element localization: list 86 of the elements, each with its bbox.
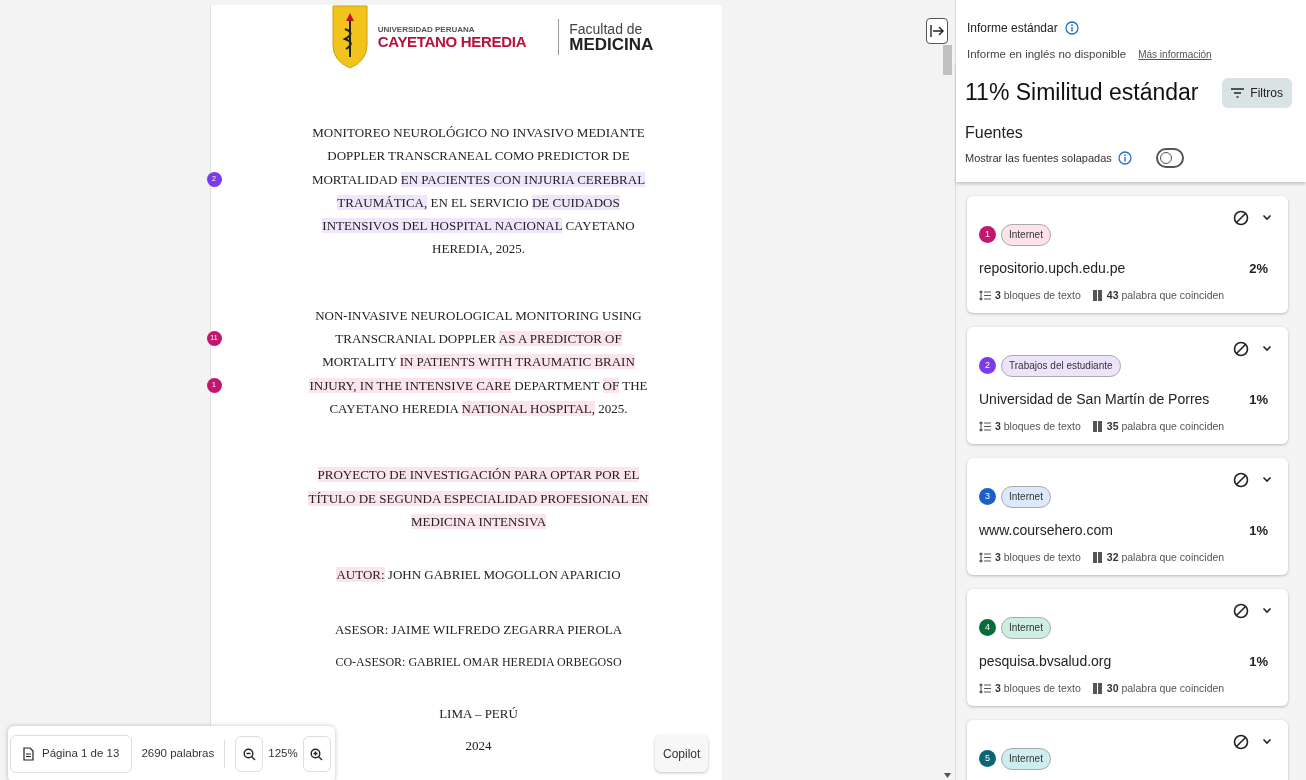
zoom-in-icon [310, 747, 324, 761]
faculty-name: Facultad de [569, 21, 644, 36]
source-tag: Internet [1001, 223, 1051, 246]
document-line: CO-ASESOR: GABRIEL OMAR HEREDIA ORBEGOSO [335, 653, 622, 671]
info-icon[interactable] [1064, 21, 1079, 35]
report-note: Informe en inglés no disponible [967, 47, 1127, 62]
more-info-link[interactable]: Más información [1138, 47, 1212, 63]
source-name[interactable]: www.coursehero.com [979, 519, 1113, 541]
zoom-out-icon [242, 747, 256, 761]
report-title: Informe estándar [967, 20, 1058, 37]
book-icon [1091, 289, 1103, 303]
page-indicator-button[interactable]: Página 1 de 13 [10, 735, 133, 773]
source-name[interactable]: repositorio.upch.edu.pe [979, 257, 1126, 279]
source-percent: 2% [1249, 259, 1269, 278]
zoom-in-button[interactable] [302, 736, 331, 772]
zoom-out-button[interactable] [235, 736, 264, 772]
text-blocks-icon [979, 683, 991, 695]
text-blocks-count: 3 bloques de texto [995, 549, 1081, 565]
faculty-name: MEDICINA [569, 35, 654, 53]
shield-logo-icon [331, 5, 368, 69]
document-title: NON-INVASIVE NEUROLOGICAL MONITORING USING TRANSCRANIAL DOPPLER AS A PREDICTOR OF MORTALITY IN PATIENTS WITH TRAUMATIC BRAIN INJURY, IN THE INTENSIVE CARE DEPARTMENT OF THE CAYETANO HEREDIA NATIONAL HOSPITAL, 2025. [309, 306, 648, 418]
filter-icon [1231, 87, 1245, 98]
chevron-down-icon[interactable] [1262, 345, 1272, 353]
text-blocks-icon [979, 552, 991, 564]
text-blocks-count: 3 bloques de texto [995, 287, 1081, 303]
chevron-down-icon[interactable] [1262, 738, 1272, 746]
book-icon [1091, 682, 1103, 696]
source-card[interactable]: 2 Trabajos del estudiante Universidad de San Martín de Porres 1% 3 bloques de texto 35 palabra que coinciden [967, 326, 1288, 444]
info-icon[interactable] [1117, 150, 1132, 165]
overlap-toggle[interactable] [1155, 147, 1184, 168]
source-tag: Internet [1001, 485, 1051, 508]
source-percent: 1% [1249, 390, 1269, 409]
scroll-down-icon[interactable] [944, 773, 951, 778]
source-number: 5 [979, 750, 996, 768]
source-card[interactable]: 4 Internet pesquisa.bvsalud.org 1% 3 bloques de texto 30 palabra que coinciden [967, 588, 1288, 706]
copilot-button[interactable]: Copilot [655, 735, 709, 772]
text-blocks-count: 3 bloques de texto [995, 680, 1081, 696]
source-percent: 1% [1249, 652, 1269, 671]
source-number: 1 [979, 226, 996, 244]
exclude-icon[interactable] [1233, 209, 1249, 226]
university-name: UNIVERSIDAD PERUANA [377, 25, 476, 34]
similarity-score: 11% Similitud estándar [965, 78, 1199, 108]
matching-words-count: 35 palabra que coinciden [1106, 418, 1225, 434]
source-number: 2 [979, 357, 996, 375]
document-title: PROYECTO DE INVESTIGACIÓN PARA OPTAR POR EL TÍTULO DE SEGUNDA ESPECIALIDAD PROFESIONAL EN MEDICINA INTENSIVA [308, 466, 649, 531]
exclude-icon[interactable] [1233, 733, 1249, 750]
source-name[interactable]: Universidad de San Martín de Porres [979, 388, 1210, 410]
source-tag: Trabajos del estudiante [1001, 354, 1121, 377]
exclude-icon[interactable] [1233, 602, 1249, 619]
source-card[interactable]: 5 Internet [967, 719, 1288, 780]
chevron-down-icon[interactable] [1262, 476, 1272, 484]
document-line: AUTOR: JOHN GABRIEL MOGOLLON APARICIO [336, 566, 621, 585]
text-blocks-icon [979, 290, 991, 302]
source-tag: Internet [1001, 747, 1051, 770]
university-name: CAYETANO HEREDIA [377, 33, 527, 49]
matching-words-count: 43 palabra que coinciden [1106, 287, 1225, 303]
source-name[interactable]: pesquisa.bvsalud.org [979, 650, 1112, 672]
scrollbar-thumb[interactable] [943, 45, 952, 75]
matching-words-count: 30 palabra que coinciden [1106, 680, 1225, 696]
exclude-icon[interactable] [1233, 471, 1249, 488]
document-title: MONITOREO NEUROLÓGICO NO INVASIVO MEDIANTE DOPPLER TRANSCRANEAL COMO PREDICTOR DE MORTALIDAD EN PACIENTES CON INJURIA CEREBRAL TRAUMÁTICA, EN EL SERVICIO DE CUIDADOS INTENSIVOS DEL HOSPITAL NACIONAL CAYETANO HEREDIA, 2025. [311, 124, 646, 259]
word-count: 2690 palabras [141, 746, 215, 762]
filters-button[interactable]: Filtros [1222, 77, 1292, 108]
document-line: LIMA – PERÚ [439, 705, 518, 724]
book-icon [1091, 551, 1103, 565]
document-line: 2024 [465, 737, 492, 756]
document-line: ASESOR: JAIME WILFREDO ZEGARRA PIEROLA [334, 621, 623, 640]
matching-words-count: 32 palabra que coinciden [1106, 549, 1225, 565]
source-number: 3 [979, 488, 996, 506]
overlap-label: Mostrar las fuentes solapadas [965, 150, 1112, 166]
source-number: 4 [979, 619, 996, 637]
chevron-down-icon[interactable] [1262, 214, 1272, 222]
source-tag: Internet [1001, 616, 1051, 639]
exclude-icon[interactable] [1233, 340, 1249, 357]
source-card[interactable]: 3 Internet www.coursehero.com 1% 3 bloques de texto 32 palabra que coinciden [967, 457, 1288, 575]
collapse-panel-button[interactable] [926, 18, 948, 44]
chevron-down-icon[interactable] [1262, 607, 1272, 615]
text-blocks-icon [979, 421, 991, 433]
sources-heading: Fuentes [965, 122, 1024, 143]
source-card[interactable]: 1 Internet repositorio.upch.edu.pe 2% 3 bloques de texto 43 palabra que coinciden [967, 195, 1288, 313]
book-icon [1091, 420, 1103, 434]
document-icon [23, 747, 34, 761]
source-percent: 1% [1249, 521, 1269, 540]
arrow-right-icon [930, 25, 944, 37]
zoom-level: 125% [268, 746, 298, 762]
text-blocks-count: 3 bloques de texto [995, 418, 1081, 434]
